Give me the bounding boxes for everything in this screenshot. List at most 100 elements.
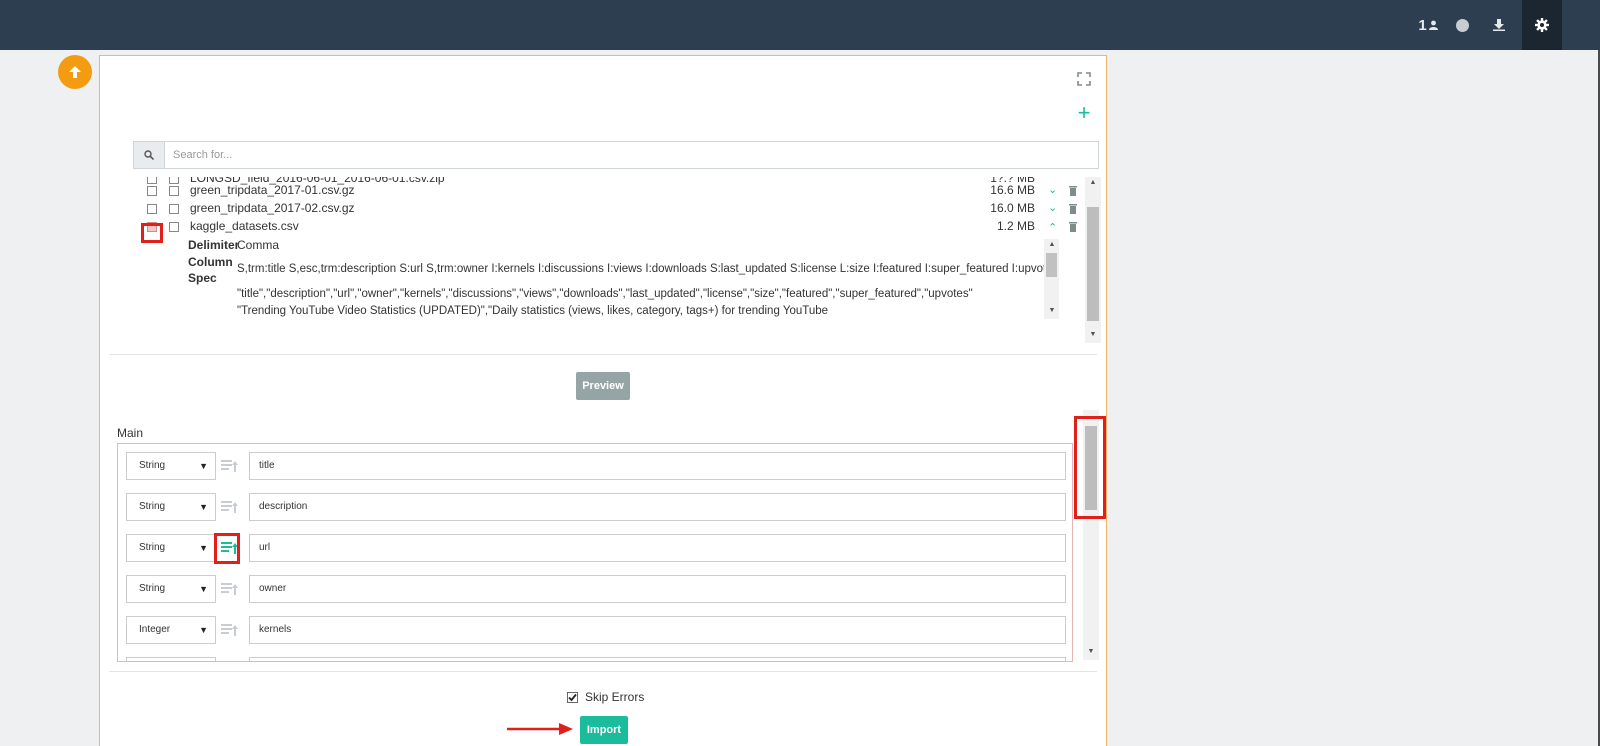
file-row[interactable]: green_tripdata_2017-01.csv.gz 16.6 MB ⌄ — [133, 182, 1085, 200]
settings-button[interactable] — [1522, 0, 1562, 50]
file-name: green_tripdata_2017-02.csv.gz — [190, 201, 355, 215]
file-search — [133, 141, 1099, 169]
fullscreen-icon[interactable] — [1077, 72, 1091, 86]
caret-down-icon: ▼ — [199, 625, 208, 635]
skip-errors-option[interactable]: Skip Errors — [567, 689, 644, 705]
sort-icon[interactable] — [221, 459, 239, 473]
type-value: String — [139, 583, 166, 594]
search-icon — [133, 141, 164, 169]
gear-icon — [1535, 18, 1549, 32]
check-icon — [568, 693, 577, 701]
field-name: title — [259, 460, 275, 471]
field-name: url — [259, 542, 271, 553]
file-list-scrollbar[interactable]: ▲ ▼ — [1085, 177, 1101, 343]
file-select-checkbox[interactable] — [147, 204, 157, 214]
file-size: 1.2 MB — [996, 219, 1035, 233]
details-scrollbar-thumb[interactable] — [1046, 253, 1057, 277]
field-name: kernels — [259, 624, 292, 635]
field-row — [126, 657, 1066, 661]
scroll-up-arrow[interactable]: ▲ — [1085, 177, 1101, 189]
file-row[interactable]: green_tripdata_2017-02.csv.gz 16.0 MB ⌄ — [133, 200, 1085, 218]
field-name-input[interactable]: kernels — [249, 616, 1066, 644]
file-name: green_tripdata_2017-01.csv.gz — [190, 183, 355, 197]
caret-down-icon: ▼ — [199, 543, 208, 553]
field-row: String ▼ url — [126, 534, 1066, 564]
download-icon — [1493, 19, 1505, 31]
upload-button[interactable] — [58, 55, 92, 89]
chevron-up-icon[interactable]: ⌃ — [1048, 221, 1057, 234]
chevron-down-icon[interactable]: ⌄ — [1048, 183, 1057, 196]
type-value: String — [139, 501, 166, 512]
file-select-checkbox[interactable] — [147, 186, 157, 196]
preview-button[interactable]: Preview — [576, 372, 630, 400]
file-checkbox[interactable] — [169, 186, 179, 196]
type-select[interactable]: String ▼ — [126, 452, 216, 480]
chevron-down-icon[interactable]: ⌄ — [1048, 201, 1057, 214]
type-select[interactable]: Integer ▼ — [126, 616, 216, 644]
trash-icon[interactable] — [1069, 221, 1077, 232]
delimiter-value: Comma — [237, 238, 280, 252]
arrow-up-icon — [69, 66, 81, 78]
delimiter-label: Delimiter — [188, 238, 240, 252]
divider — [109, 354, 1097, 355]
file-size: 16.6 MB — [990, 183, 1035, 197]
skip-errors-checkbox[interactable] — [567, 691, 578, 703]
field-name-input[interactable] — [249, 657, 1066, 661]
sort-icon[interactable] — [221, 582, 239, 596]
top-navbar: 1 — [0, 0, 1600, 50]
scroll-down-arrow[interactable]: ▼ — [1085, 329, 1101, 341]
column-label: Column — [188, 255, 233, 269]
scroll-down-arrow[interactable]: ▼ — [1044, 305, 1060, 317]
details-scrollbar[interactable]: ▲ ▼ — [1044, 239, 1059, 319]
file-list-scrollbar-thumb[interactable] — [1087, 207, 1099, 321]
field-row: String ▼ description — [126, 493, 1066, 523]
users-count-button[interactable]: 1 — [1408, 0, 1448, 50]
field-name-input[interactable]: owner — [249, 575, 1066, 603]
scroll-down-arrow[interactable]: ▼ — [1083, 646, 1099, 658]
highlight-box — [141, 223, 163, 243]
file-details: Delimiter Comma Column Spec S,trm:title … — [188, 236, 1058, 332]
field-name-input[interactable]: title — [249, 452, 1066, 480]
field-name-input[interactable]: url — [249, 534, 1066, 562]
scroll-up-arrow[interactable]: ▲ — [1044, 239, 1060, 251]
import-button[interactable]: Import — [580, 716, 628, 744]
trash-icon[interactable] — [1069, 185, 1077, 196]
preview-header-line: "title","description","url","owner","ker… — [237, 288, 973, 300]
file-list: LONGSD_field_2016-06-01_2016-06-01.csv.z… — [133, 177, 1085, 347]
file-name: kaggle_datasets.csv — [190, 219, 299, 233]
sort-icon[interactable] — [221, 623, 239, 637]
status-button[interactable] — [1448, 0, 1476, 50]
main-section-label: Main — [117, 426, 144, 440]
spec-label: Spec — [188, 271, 217, 285]
divider — [109, 671, 1097, 672]
field-row: String ▼ title — [126, 452, 1066, 482]
field-name-input[interactable]: description — [249, 493, 1066, 521]
type-select[interactable]: String ▼ — [126, 575, 216, 603]
field-row: String ▼ owner — [126, 575, 1066, 605]
preview-data-line: "Trending YouTube Video Statistics (UPDA… — [237, 305, 829, 317]
users-count: 1 — [1418, 16, 1427, 34]
type-select[interactable]: String ▼ — [126, 534, 216, 562]
file-checkbox[interactable] — [169, 204, 179, 214]
trash-icon[interactable] — [1069, 203, 1077, 214]
add-icon[interactable]: + — [1075, 102, 1093, 124]
type-value: Integer — [139, 624, 171, 635]
sort-icon[interactable] — [221, 500, 239, 514]
caret-down-icon: ▼ — [199, 461, 208, 471]
field-name: owner — [259, 583, 287, 594]
highlight-box — [214, 533, 240, 564]
type-select[interactable] — [126, 657, 216, 661]
file-checkbox[interactable] — [169, 222, 179, 232]
caret-down-icon: ▼ — [199, 584, 208, 594]
type-select[interactable]: String ▼ — [126, 493, 216, 521]
user-icon — [1428, 20, 1438, 30]
caret-down-icon: ▼ — [199, 502, 208, 512]
type-value: String — [139, 542, 166, 553]
download-button[interactable] — [1486, 0, 1512, 50]
field-row: Integer ▼ kernels — [126, 616, 1066, 646]
search-input[interactable] — [164, 141, 1099, 169]
highlight-box — [1074, 416, 1106, 519]
file-row[interactable]: kaggle_datasets.csv 1.2 MB ⌃ — [133, 218, 1085, 236]
file-size: 16.0 MB — [990, 201, 1035, 215]
type-value: String — [139, 460, 166, 471]
